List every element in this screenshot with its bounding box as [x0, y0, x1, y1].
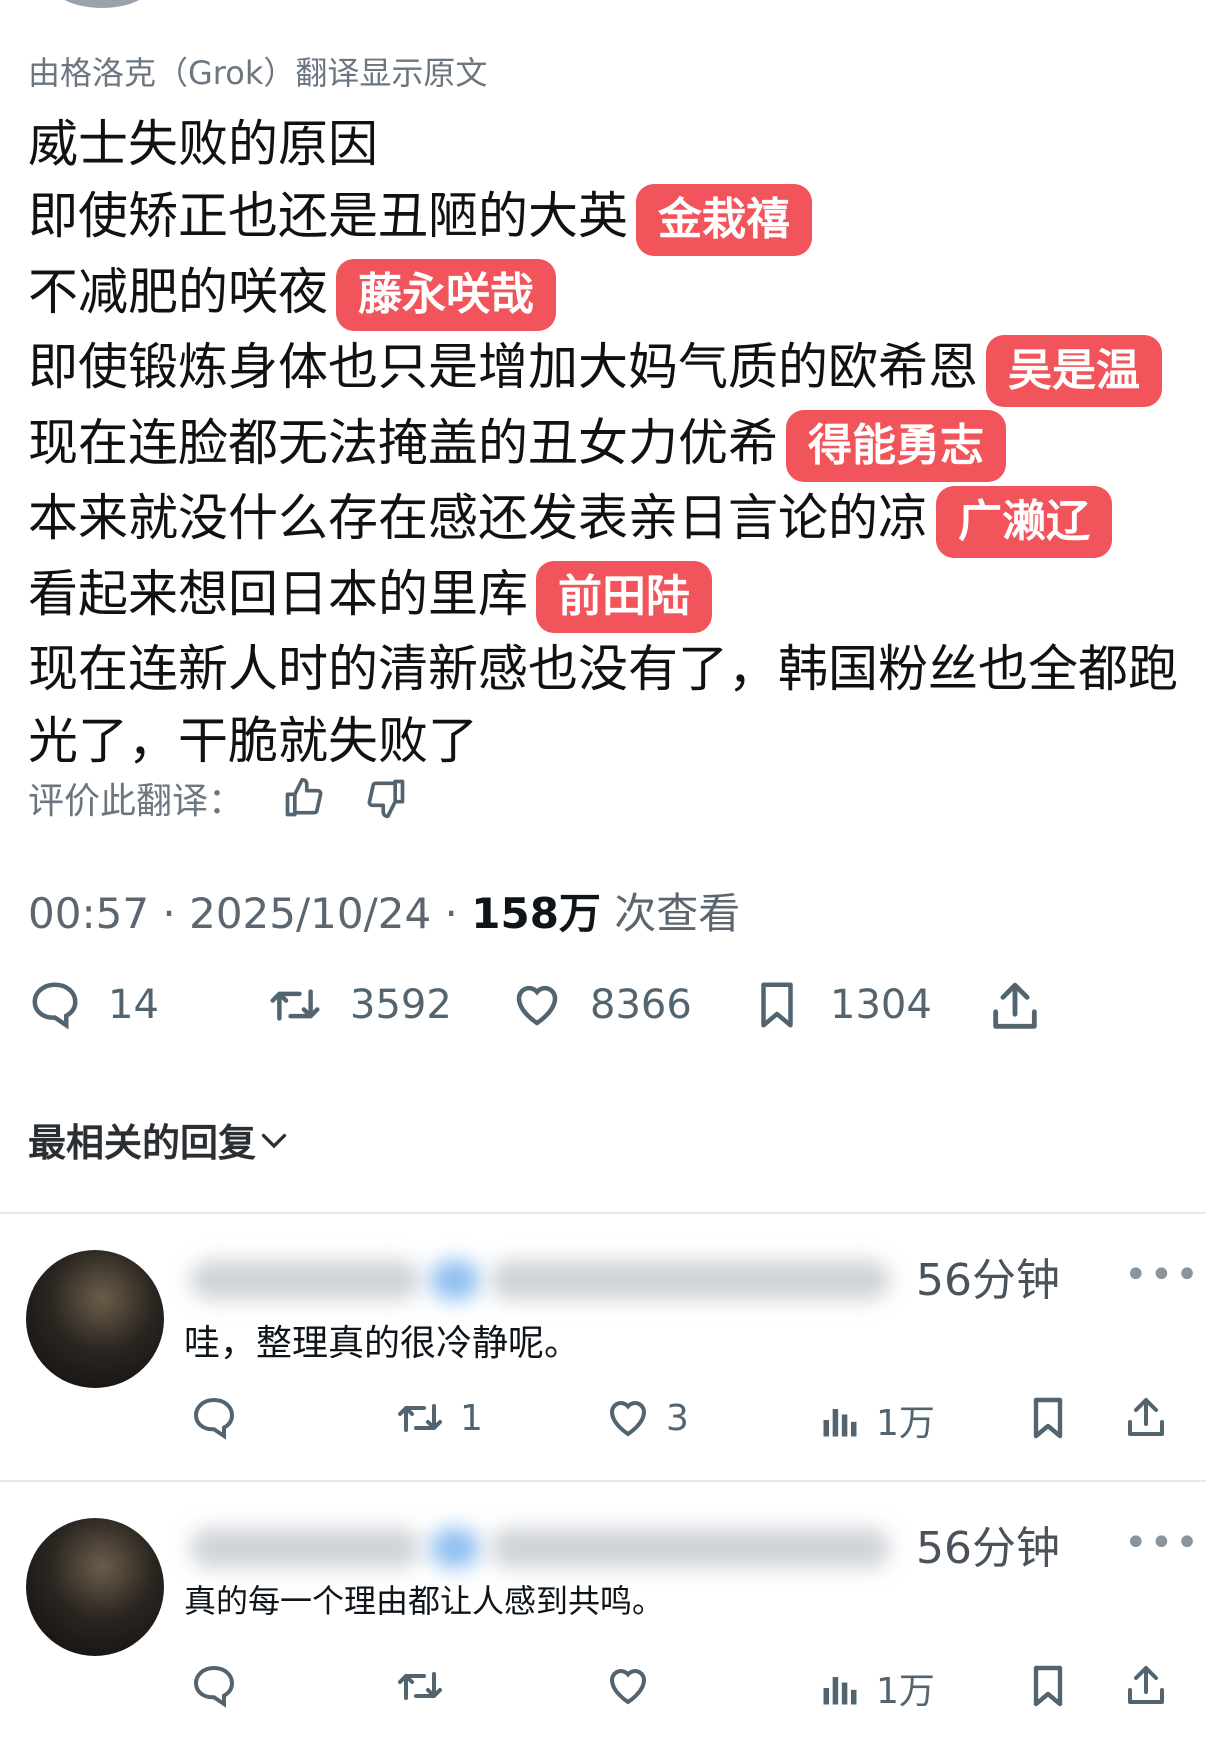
- like-count: 8366: [590, 982, 692, 1028]
- reply-sort-dropdown[interactable]: 最相关的回复: [28, 1112, 292, 1167]
- share-button[interactable]: [986, 978, 1070, 1036]
- tweet-meta: 00:57 · 2025/10/24 · 158万 次查看: [28, 889, 741, 938]
- tweet-actions: 14 3592 8366 1304: [28, 978, 1178, 1058]
- line-text: 即使矫正也还是丑陋的大英: [28, 187, 628, 245]
- tweet-date[interactable]: 2025/10/24: [189, 889, 431, 938]
- tweet-line: 现在连新人时的清新感也没有了，韩国粉丝也全都跑光了，干脆就失败了: [28, 633, 1188, 777]
- blurred-display-name: [190, 1260, 420, 1300]
- line-text: 威士失败的原因: [28, 115, 378, 173]
- bookmark-icon: [1033, 1397, 1063, 1439]
- author-avatar[interactable]: [52, 0, 152, 8]
- avatar[interactable]: [26, 1518, 164, 1656]
- blurred-display-name: [190, 1528, 420, 1568]
- tweet-line: 即使锻炼身体也只是增加大妈气质的欧希恩 吴是温: [28, 331, 1188, 407]
- share-icon: [1128, 1398, 1164, 1436]
- tweet-time[interactable]: 00:57: [28, 889, 149, 938]
- views-count: 158万: [471, 889, 601, 938]
- bookmark-button[interactable]: [1024, 1662, 1086, 1710]
- views-button[interactable]: 1万: [818, 1394, 935, 1446]
- rate-label: 评价此翻译：: [28, 781, 245, 822]
- tweet-line: 本来就没什么存在感还发表亲日言论的凉 广濑辽: [28, 482, 1188, 558]
- views-button[interactable]: 1万: [818, 1662, 935, 1714]
- line-text: 现在连脸都无法掩盖的丑女力优希: [28, 413, 778, 472]
- reply-count: 14: [108, 982, 159, 1028]
- repost-button[interactable]: [394, 1662, 460, 1710]
- share-icon: [1128, 1666, 1164, 1704]
- repost-count: 3592: [350, 982, 452, 1028]
- heart-icon: [516, 985, 558, 1026]
- repost-icon: [270, 989, 320, 1021]
- share-button[interactable]: [1122, 1662, 1184, 1710]
- repost-button[interactable]: 3592: [266, 978, 452, 1032]
- reply-button[interactable]: [190, 1662, 252, 1710]
- translation-note[interactable]: 由格洛克（Grok）翻译显示原文: [28, 48, 487, 94]
- name-tag: 得能勇志: [786, 410, 1006, 482]
- bookmark-button[interactable]: [1024, 1394, 1086, 1442]
- line-text: 不减肥的咲夜: [28, 262, 328, 321]
- blurred-handle: [490, 1260, 890, 1300]
- tweet-body: 威士失败的原因 即使矫正也还是丑陋的大英 金栽禧 不减肥的咲夜 藤永咲哉 即使锻炼身…: [28, 108, 1188, 777]
- heart-icon: [609, 1401, 647, 1437]
- reply-icon: [193, 1665, 235, 1708]
- verified-badge-icon: [430, 1528, 480, 1568]
- share-icon: [993, 982, 1037, 1029]
- blurred-handle: [490, 1528, 890, 1568]
- avatar[interactable]: [26, 1250, 164, 1388]
- reply-time[interactable]: 56分钟: [916, 1244, 1060, 1308]
- bookmark-icon: [761, 982, 793, 1028]
- name-tag: 前田陆: [536, 561, 712, 633]
- analytics-icon: [823, 1409, 857, 1437]
- sort-label: 最相关的回复: [28, 1121, 257, 1165]
- repost-count: 1: [460, 1397, 483, 1439]
- name-tag: 金栽禧: [636, 183, 812, 256]
- tweet-line: 即使矫正也还是丑陋的大英 金栽禧: [28, 180, 1188, 256]
- reply-text: 哇，整理真的很冷静呢。: [184, 1323, 581, 1364]
- name-tag: 广濑辽: [936, 485, 1112, 558]
- line-text: 看起来想回日本的里库: [28, 564, 528, 623]
- repost-button[interactable]: 1: [394, 1394, 483, 1442]
- name-tag: 藤永咲哉: [336, 259, 556, 331]
- line-text: 现在连新人时的清新感也没有了，韩国粉丝也全都跑光了，干脆就失败了: [28, 640, 1178, 770]
- views-count: 1万: [876, 1671, 935, 1712]
- more-options-button[interactable]: •••: [1124, 1252, 1201, 1298]
- line-text: 即使锻炼身体也只是增加大妈气质的欧希恩: [28, 338, 978, 396]
- share-button[interactable]: [1122, 1394, 1184, 1442]
- thumbs-down-icon[interactable]: [364, 776, 408, 820]
- line-text: 本来就没什么存在感还发表亲日言论的凉: [28, 489, 928, 547]
- verified-badge-icon: [430, 1260, 480, 1300]
- like-count: 3: [666, 1397, 689, 1439]
- views-count: 1万: [876, 1403, 935, 1444]
- reply-icon: [193, 1397, 235, 1440]
- tweet-line: 现在连脸都无法掩盖的丑女力优希 得能勇志: [28, 407, 1188, 482]
- analytics-icon: [823, 1677, 857, 1705]
- reply-button[interactable]: [190, 1394, 252, 1442]
- repost-icon: [398, 1404, 442, 1432]
- name-tag: 吴是温: [986, 334, 1162, 407]
- reply-icon: [32, 982, 78, 1030]
- tweet-line: 看起来想回日本的里库 前田陆: [28, 558, 1188, 633]
- tweet-line: 不减肥的咲夜 藤永咲哉: [28, 256, 1188, 331]
- repost-icon: [398, 1672, 442, 1700]
- reply-item[interactable]: 56分钟 ••• 真的每一个理由都让人感到共鸣。 1万: [0, 1482, 1206, 1742]
- like-button[interactable]: [604, 1662, 666, 1710]
- reply-button[interactable]: 14: [28, 978, 159, 1032]
- like-button[interactable]: 3: [604, 1394, 689, 1442]
- views-label: 次查看: [614, 889, 741, 938]
- heart-icon: [609, 1669, 647, 1705]
- tweet-line: 威士失败的原因: [28, 108, 1188, 180]
- thumbs-up-icon[interactable]: [282, 776, 326, 820]
- bookmark-button[interactable]: 1304: [750, 978, 932, 1032]
- more-options-button[interactable]: •••: [1124, 1520, 1201, 1566]
- like-button[interactable]: 8366: [510, 978, 692, 1032]
- bookmark-icon: [1033, 1665, 1063, 1707]
- bookmark-count: 1304: [830, 982, 932, 1028]
- rate-translation: 评价此翻译：: [28, 772, 408, 824]
- reply-text: 真的每一个理由都让人感到共鸣。: [184, 1582, 665, 1620]
- reply-item[interactable]: 56分钟 ••• 哇，整理真的很冷静呢。 1 3 1万: [0, 1214, 1206, 1474]
- reply-time[interactable]: 56分钟: [916, 1512, 1060, 1576]
- chevron-down-icon: [261, 1133, 287, 1148]
